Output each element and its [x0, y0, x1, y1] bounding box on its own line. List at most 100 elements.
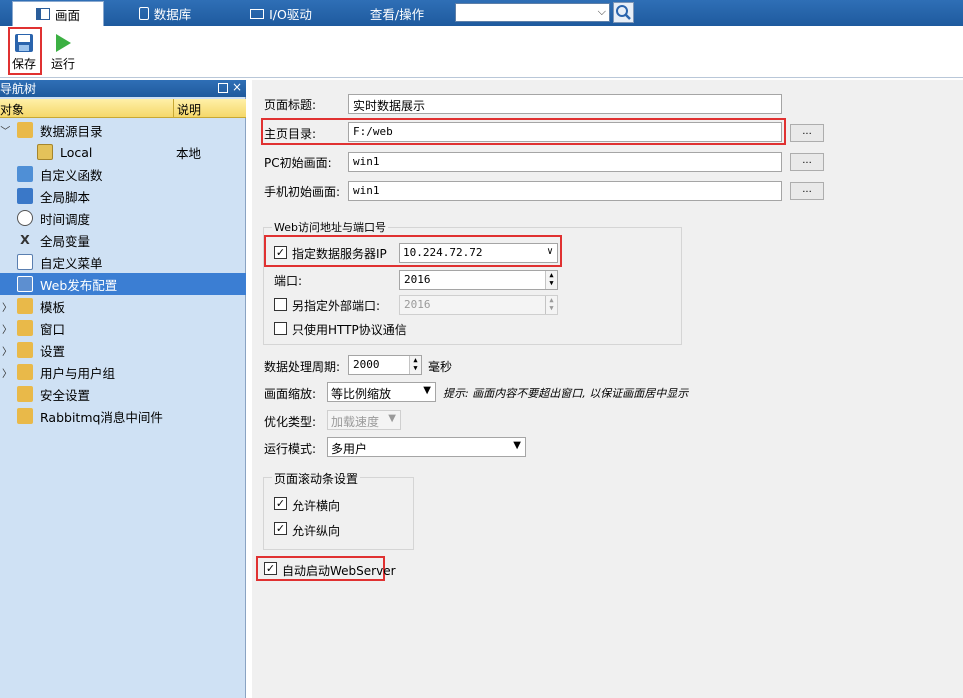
- ext-port-value: 2016: [404, 298, 431, 311]
- search-button[interactable]: [613, 2, 634, 23]
- mobile-init-input[interactable]: win1: [348, 181, 782, 201]
- tree-item-template[interactable]: 〉 模板: [0, 295, 246, 317]
- tab-io-driver-label: I/O驱动: [269, 7, 312, 22]
- tree-item-custom-menu[interactable]: 自定义菜单: [0, 251, 246, 273]
- allow-vertical-checkbox[interactable]: ✓: [274, 522, 287, 535]
- http-only-checkbox[interactable]: [274, 322, 287, 335]
- home-dir-input[interactable]: F:/web: [348, 122, 782, 142]
- expand-icon[interactable]: 〉: [0, 125, 14, 135]
- opt-select[interactable]: 加载速度 ▼: [327, 410, 401, 430]
- nav-tree-title: 导航树: [0, 82, 37, 96]
- expand-icon[interactable]: 〉: [2, 299, 12, 314]
- tree-item-datasource[interactable]: 〉 数据源目录: [0, 119, 246, 141]
- allow-horizontal-checkbox[interactable]: ✓: [274, 497, 287, 510]
- play-icon: [56, 34, 71, 52]
- tree-item-web-publish[interactable]: Web发布配置: [0, 273, 246, 295]
- screen-icon: [35, 8, 50, 20]
- expand-icon[interactable]: 〉: [2, 321, 12, 336]
- scale-select[interactable]: 等比例缩放 ▼: [327, 382, 436, 402]
- tree-item-security[interactable]: 安全设置: [0, 383, 246, 405]
- server-ip-value: 10.224.72.72: [403, 246, 483, 259]
- column-description[interactable]: 说明: [173, 99, 201, 118]
- page-title-input[interactable]: 实时数据展示: [348, 94, 782, 114]
- ext-port-checkbox[interactable]: [274, 298, 287, 311]
- tree-item-label: Rabbitmq消息中间件: [40, 409, 163, 425]
- database-icon: [37, 144, 53, 160]
- tree-item-label: 时间调度: [40, 211, 91, 227]
- tab-database-label: 数据库: [153, 7, 192, 22]
- folder-icon: [17, 408, 33, 424]
- home-dir-browse-button[interactable]: ...: [790, 124, 824, 142]
- server-ip-select[interactable]: 10.224.72.72 ∨: [399, 243, 558, 263]
- server-ip-checkbox[interactable]: ✓: [274, 246, 287, 259]
- run-button[interactable]: 运行: [45, 30, 81, 74]
- expand-icon[interactable]: 〉: [2, 365, 12, 380]
- ext-port-input[interactable]: 2016 ▲ ▼: [399, 295, 558, 315]
- clock-icon: [17, 210, 33, 226]
- tree-item-rabbitmq[interactable]: Rabbitmq消息中间件: [0, 405, 246, 427]
- tree-item-label: 自定义菜单: [40, 255, 103, 271]
- spinner-icon[interactable]: ▲ ▼: [409, 356, 421, 374]
- script-icon: [17, 188, 33, 204]
- tree-item-label: 安全设置: [40, 387, 91, 403]
- tree-item-label: 用户与用户组: [40, 365, 116, 381]
- period-value: 2000: [353, 358, 380, 371]
- search-input[interactable]: ⌵: [455, 3, 610, 22]
- spinner-icon[interactable]: ▲ ▼: [545, 271, 557, 289]
- tree-item-label: 模板: [40, 299, 66, 315]
- spinner-icon: ▲ ▼: [545, 296, 557, 314]
- period-unit: 毫秒: [428, 360, 453, 374]
- tab-io-driver[interactable]: I/O驱动: [226, 1, 336, 26]
- web-address-group-title: Web访问地址与端口号: [272, 219, 388, 235]
- mobile-init-browse-button[interactable]: ...: [790, 182, 824, 200]
- scale-value: 等比例缩放: [331, 387, 392, 401]
- auto-start-checkbox[interactable]: ✓: [264, 562, 277, 575]
- folder-icon: [17, 122, 33, 138]
- mode-label: 运行模式:: [264, 442, 317, 456]
- toolbar: [0, 26, 963, 78]
- server-ip-label: 指定数据服务器IP: [292, 247, 387, 261]
- page-title-label: 页面标题:: [264, 98, 317, 112]
- expand-icon[interactable]: 〉: [2, 343, 12, 358]
- http-only-label: 只使用HTTP协议通信: [292, 323, 407, 337]
- tree-item-window[interactable]: 〉 窗口: [0, 317, 246, 339]
- port-input[interactable]: 2016 ▲ ▼: [399, 270, 558, 290]
- port-label: 端口:: [274, 274, 303, 288]
- tree-item-settings[interactable]: 〉 设置: [0, 339, 246, 361]
- caret-down-icon: ▼: [423, 385, 431, 396]
- pin-icon[interactable]: [218, 83, 228, 93]
- tab-view-operate-label: 查看/操作: [369, 7, 425, 22]
- nav-tree-header: 导航树 ×: [0, 80, 246, 97]
- scale-hint: 提示: 画面内容不要超出窗口, 以保证画面居中显示: [443, 387, 689, 400]
- folder-icon: [17, 342, 33, 358]
- column-object[interactable]: 对象: [0, 101, 24, 118]
- chevron-down-icon[interactable]: ⌵: [598, 5, 606, 19]
- tree-item-schedule[interactable]: 时间调度: [0, 207, 246, 229]
- pc-init-input[interactable]: win1: [348, 152, 782, 172]
- period-input[interactable]: 2000 ▲ ▼: [348, 355, 422, 375]
- tree-item-label: 设置: [40, 343, 66, 359]
- mode-select[interactable]: 多用户 ▼: [327, 437, 526, 457]
- tab-view-operate[interactable]: 查看/操作: [342, 1, 452, 26]
- tree-item-label: Web发布配置: [40, 277, 118, 293]
- database-icon: [138, 7, 149, 20]
- chevron-down-icon: ∨: [546, 246, 553, 257]
- tab-screen[interactable]: 画面: [12, 1, 104, 26]
- caret-down-icon: ▼: [513, 440, 521, 451]
- shield-icon: [17, 386, 33, 402]
- tree-item-local[interactable]: Local 本地: [0, 141, 246, 163]
- close-icon[interactable]: ×: [232, 80, 242, 94]
- period-label: 数据处理周期:: [264, 360, 341, 374]
- tab-database[interactable]: 数据库: [110, 1, 220, 26]
- tree-item-users[interactable]: 〉 用户与用户组: [0, 361, 246, 383]
- tree-item-global-script[interactable]: 全局脚本: [0, 185, 246, 207]
- tree-item-custom-func[interactable]: 自定义函数: [0, 163, 246, 185]
- function-icon: [17, 166, 33, 182]
- run-label: 运行: [50, 57, 75, 71]
- pc-init-browse-button[interactable]: ...: [790, 153, 824, 171]
- tree-item-global-var[interactable]: X 全局变量: [0, 229, 246, 251]
- scale-label: 画面缩放:: [264, 387, 317, 401]
- tree-item-label: 窗口: [40, 321, 66, 337]
- save-highlight: [8, 27, 42, 75]
- home-dir-label: 主页目录:: [264, 127, 317, 141]
